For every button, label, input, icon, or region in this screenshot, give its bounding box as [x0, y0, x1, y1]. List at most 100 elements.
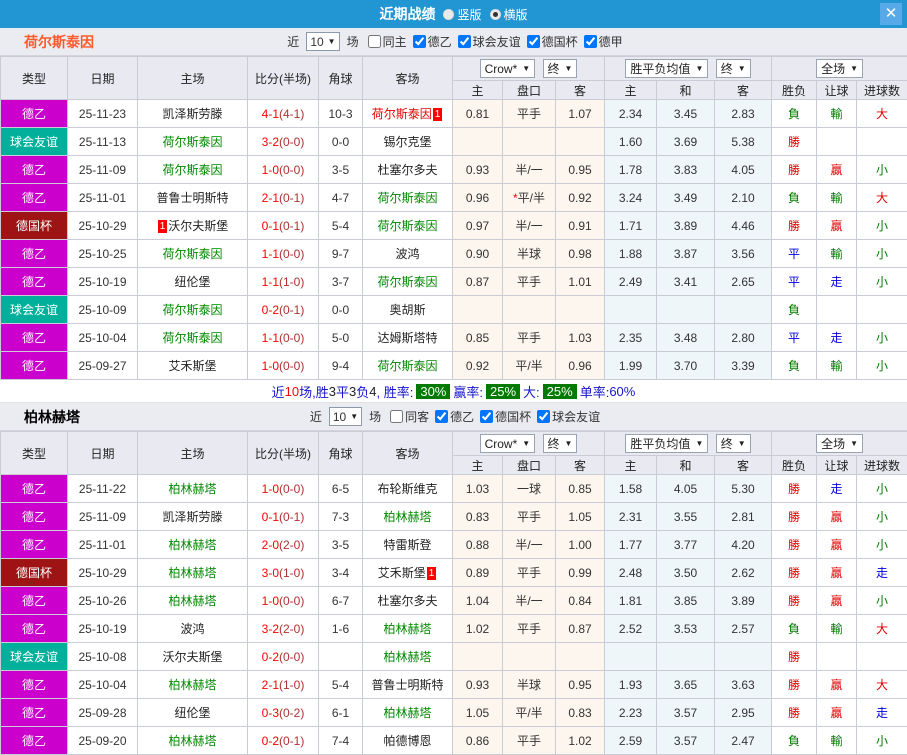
away-odds-cell: 0.98 [556, 240, 605, 268]
checkbox-input[interactable] [480, 410, 493, 423]
team-name: 波鸿 [395, 247, 419, 261]
checkbox-input[interactable] [458, 35, 471, 48]
avg-lose-cell: 2.95 [715, 699, 772, 727]
odds-company-select[interactable]: Crow*▼ [480, 434, 536, 453]
sub-header-handicap: 盘口 [503, 81, 556, 100]
home-odds-cell: 0.90 [453, 240, 503, 268]
avg-draw-cell [657, 643, 715, 671]
away-team-cell: 柏林赫塔 [363, 615, 453, 643]
filter-checkbox-球会友谊[interactable]: 球会友谊 [537, 408, 600, 425]
avg-lose-cell [715, 296, 772, 324]
match-count-select[interactable]: 10▼ [329, 407, 362, 426]
handicap-result-cell: 贏 [817, 587, 857, 615]
filter-checkbox-德国杯[interactable]: 德国杯 [480, 408, 531, 425]
summary-text: 单率: [580, 382, 610, 401]
filter-checkbox-德甲[interactable]: 德甲 [584, 33, 623, 50]
chevron-down-icon: ▼ [850, 439, 858, 448]
scope-select[interactable]: 全场▼ [816, 59, 863, 78]
fulltime-score: 0-1 [262, 510, 279, 524]
filter-checkbox-德乙[interactable]: 德乙 [413, 33, 452, 50]
checkbox-label: 球会友谊 [473, 33, 521, 50]
avg-lose-cell: 2.10 [715, 184, 772, 212]
league-type-cell: 德乙 [1, 615, 68, 643]
checkbox-input[interactable] [390, 410, 403, 423]
avg-draw-cell: 4.05 [657, 475, 715, 503]
away-odds-cell: 1.03 [556, 324, 605, 352]
checkbox-input[interactable] [584, 35, 597, 48]
col-header-home: 主场 [138, 57, 248, 100]
checkbox-input[interactable] [527, 35, 540, 48]
avg-stage-select[interactable]: 终▼ [716, 434, 751, 453]
avg-stage-select[interactable]: 终▼ [716, 59, 751, 78]
filter-checkbox-同主[interactable]: 同主 [368, 33, 407, 50]
radio-horizontal-layout[interactable]: 横版 [490, 6, 528, 23]
away-team-cell: 柏林赫塔 [363, 503, 453, 531]
avg-lose-cell: 3.56 [715, 240, 772, 268]
away-odds-cell: 1.05 [556, 503, 605, 531]
goals-result-cell: 大 [857, 615, 907, 643]
avg-odds-select[interactable]: 胜平负均值▼ [625, 59, 708, 78]
checkbox-input[interactable] [435, 410, 448, 423]
away-team-cell: 艾禾斯堡1 [363, 559, 453, 587]
scope-select[interactable]: 全场▼ [816, 434, 863, 453]
goals-result-cell: 大 [857, 671, 907, 699]
team-name: 帕德博恩 [383, 734, 431, 748]
avg-odds-select[interactable]: 胜平负均值▼ [625, 434, 708, 453]
team-name: 普鲁士明斯特 [156, 191, 228, 205]
table-row: 德乙25-10-04柏林赫塔2-1(1-0)5-4普鲁士明斯特0.93半球0.9… [1, 671, 907, 699]
checkbox-input[interactable] [368, 35, 381, 48]
result-cell: 勝 [772, 699, 817, 727]
home-odds-cell: 0.93 [453, 156, 503, 184]
home-team-cell: 荷尔斯泰因 [138, 240, 248, 268]
home-team-cell: 柏林赫塔 [138, 475, 248, 503]
scope-group: 全场▼ [772, 57, 907, 81]
table-row: 德乙25-10-19纽伦堡1-1(1-0)3-7荷尔斯泰因0.87平手1.012… [1, 268, 907, 296]
scope-group: 全场▼ [772, 432, 907, 456]
filter-checkbox-同客[interactable]: 同客 [390, 408, 429, 425]
team-name: 达姆斯塔特 [377, 331, 437, 345]
checkbox-input[interactable] [413, 35, 426, 48]
league-type-cell: 德乙 [1, 156, 68, 184]
fulltime-score: 2-1 [262, 678, 279, 692]
handicap-result-cell [817, 296, 857, 324]
filter-checkbox-球会友谊[interactable]: 球会友谊 [458, 33, 521, 50]
date-cell: 25-10-26 [68, 587, 138, 615]
filter-checkboxes: 同主德乙 球会友谊德国杯 德甲 [362, 33, 623, 51]
away-odds-cell: 0.96 [556, 352, 605, 380]
avg-win-cell: 1.71 [605, 212, 657, 240]
chevron-down-icon: ▼ [738, 64, 746, 73]
odds-company-select[interactable]: Crow*▼ [480, 59, 536, 78]
away-team-cell: 荷尔斯泰因 [363, 268, 453, 296]
date-cell: 25-11-01 [68, 531, 138, 559]
rate-badge: 30% [416, 384, 450, 399]
league-type-cell: 球会友谊 [1, 128, 68, 156]
away-team-cell: 奥胡斯 [363, 296, 453, 324]
team-name: 荷尔斯泰因 [377, 359, 437, 373]
match-count-select[interactable]: 10▼ [306, 32, 339, 51]
close-icon[interactable]: ✕ [880, 3, 902, 25]
team-name: 荷尔斯泰因 [377, 275, 437, 289]
odds-stage-select[interactable]: 终▼ [543, 59, 578, 78]
handicap-cell [503, 643, 556, 671]
away-team-cell: 柏林赫塔 [363, 643, 453, 671]
filter-checkbox-德乙[interactable]: 德乙 [435, 408, 474, 425]
corner-cell: 3-4 [319, 559, 363, 587]
away-odds-cell: 1.07 [556, 100, 605, 128]
halftime-score: (0-1) [279, 510, 304, 524]
home-team-cell: 柏林赫塔 [138, 531, 248, 559]
col-header-type: 类型 [1, 57, 68, 100]
radio-vertical-layout[interactable]: 竖版 [443, 6, 481, 23]
checkbox-input[interactable] [537, 410, 550, 423]
home-team-cell: 沃尔夫斯堡 [138, 643, 248, 671]
odds-stage-select[interactable]: 终▼ [543, 434, 578, 453]
fulltime-score: 3-2 [262, 135, 279, 149]
score-cell: 1-1(0-0) [248, 324, 319, 352]
avg-draw-cell: 3.77 [657, 531, 715, 559]
home-team-cell: 纽伦堡 [138, 268, 248, 296]
away-team-cell: 荷尔斯泰因 [363, 184, 453, 212]
filter-checkbox-德国杯[interactable]: 德国杯 [527, 33, 578, 50]
league-type-cell: 德国杯 [1, 559, 68, 587]
matches-tbody: 德乙25-11-22柏林赫塔1-0(0-0)6-5布轮斯维克1.03一球0.85… [1, 475, 907, 755]
checkbox-label: 德甲 [599, 33, 623, 50]
team-name: 杜塞尔多夫 [377, 594, 437, 608]
